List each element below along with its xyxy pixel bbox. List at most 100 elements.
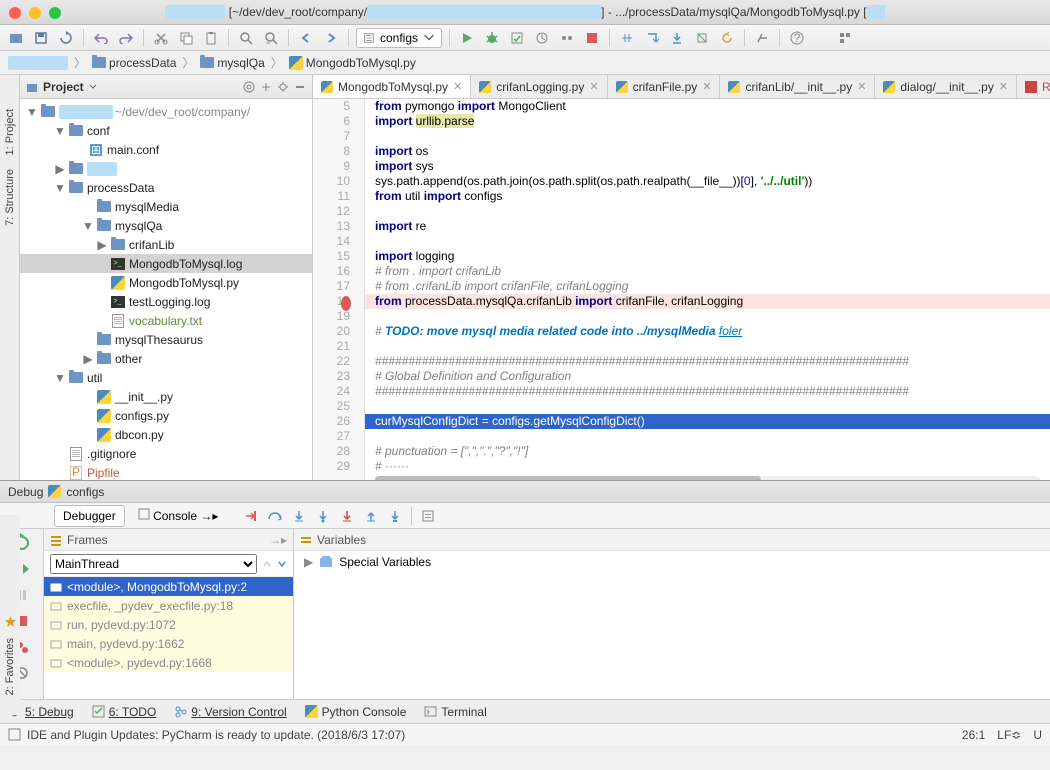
step-over-icon[interactable] bbox=[265, 506, 285, 526]
star-icon[interactable] bbox=[4, 615, 17, 628]
update-icon[interactable] bbox=[667, 28, 687, 48]
code-editor[interactable]: 567891011121314151617 18 192021222324252… bbox=[313, 99, 1050, 480]
run-config-selector[interactable]: configs bbox=[356, 28, 442, 48]
debug-title: Debug bbox=[8, 485, 43, 499]
help-icon[interactable]: ? bbox=[787, 28, 807, 48]
variables-icon bbox=[300, 534, 312, 546]
frame-row[interactable]: <module>, pydevd.py:1668 bbox=[44, 653, 293, 672]
tab[interactable]: dialog/__init__.py✕ bbox=[875, 75, 1017, 98]
console-tab[interactable]: Console →▸ bbox=[129, 504, 228, 527]
zoom-window[interactable] bbox=[49, 7, 61, 19]
debug-config-name: configs bbox=[66, 485, 104, 499]
back-icon[interactable] bbox=[296, 28, 316, 48]
step-into-my-icon[interactable] bbox=[313, 506, 333, 526]
left-sidebar: 1: Project 7: Structure bbox=[0, 75, 20, 480]
project-tree[interactable]: ▼xxxxxxxx ~/dev/dev_root/company/ ▼conf … bbox=[20, 99, 312, 480]
chevron-right-icon: 〉 bbox=[72, 54, 88, 71]
sidebar-tab-favorites[interactable]: 2: Favorites bbox=[4, 634, 16, 699]
collapse-icon[interactable] bbox=[260, 81, 272, 93]
frame-row[interactable]: run, pydevd.py:1072 bbox=[44, 615, 293, 634]
undo-icon[interactable] bbox=[91, 28, 111, 48]
status-message: IDE and Plugin Updates: PyCharm is ready… bbox=[27, 728, 405, 742]
project-icon bbox=[26, 81, 38, 93]
find-icon[interactable] bbox=[236, 28, 256, 48]
evaluate-icon[interactable]: = bbox=[418, 506, 438, 526]
tab[interactable]: crifanFile.py✕ bbox=[608, 75, 721, 98]
bc-item[interactable]: MongodbToMysql.py bbox=[289, 56, 416, 70]
encoding[interactable]: U bbox=[1033, 728, 1042, 742]
step-into-icon[interactable] bbox=[289, 506, 309, 526]
caret-position[interactable]: 26:1 bbox=[962, 728, 985, 742]
frame-row[interactable]: <module>, MongodbToMysql.py:2 bbox=[44, 577, 293, 596]
target-icon[interactable] bbox=[243, 81, 255, 93]
save-icon[interactable] bbox=[31, 28, 51, 48]
stop-icon[interactable] bbox=[582, 28, 602, 48]
redacted-project: xxxxxxxxx bbox=[165, 5, 225, 19]
attach-icon[interactable] bbox=[617, 28, 637, 48]
bottom-vcs[interactable]: 9: Version Control bbox=[174, 705, 286, 719]
thread-selector[interactable]: MainThread bbox=[50, 554, 257, 574]
chevron-right-icon: 〉 bbox=[180, 54, 196, 71]
settings-icon[interactable] bbox=[752, 28, 772, 48]
commit-icon[interactable] bbox=[692, 28, 712, 48]
rollback-icon[interactable] bbox=[717, 28, 737, 48]
sidebar-tab-structure[interactable]: 7: Structure bbox=[4, 165, 16, 230]
tab[interactable]: REA bbox=[1017, 75, 1050, 98]
frames-list[interactable]: <module>, MongodbToMysql.py:2 execfile, … bbox=[44, 577, 293, 699]
sidebar-tab-project[interactable]: 1: Project bbox=[4, 105, 16, 159]
forward-icon[interactable] bbox=[321, 28, 341, 48]
tree-selected[interactable]: >_MongodbToMysql.log bbox=[20, 254, 312, 273]
force-step-icon[interactable] bbox=[337, 506, 357, 526]
profile-icon[interactable] bbox=[532, 28, 552, 48]
horizontal-scrollbar[interactable] bbox=[375, 476, 761, 480]
status-icon[interactable] bbox=[8, 728, 21, 741]
bc-root[interactable]: xxxxxxxxx bbox=[8, 56, 68, 70]
refresh-icon[interactable] bbox=[56, 28, 76, 48]
bottom-terminal[interactable]: Terminal bbox=[424, 705, 486, 719]
redo-icon[interactable] bbox=[116, 28, 136, 48]
hide-icon[interactable] bbox=[294, 81, 306, 93]
open-icon[interactable] bbox=[6, 28, 26, 48]
run-icon[interactable] bbox=[457, 28, 477, 48]
bc-item[interactable]: mysqlQa bbox=[200, 56, 264, 70]
svg-text:=: = bbox=[425, 509, 432, 523]
paste-icon[interactable] bbox=[201, 28, 221, 48]
frames-panel: Frames→▸ MainThread <module>, MongodbToM… bbox=[44, 529, 294, 699]
show-exec-point-icon[interactable] bbox=[241, 506, 261, 526]
bc-item[interactable]: processData bbox=[92, 56, 176, 70]
redacted-path: xxxxxxxxxxxxxxxxxxxxxxxxxxxxxxxxxxxxxx bbox=[367, 5, 601, 19]
frame-row[interactable]: main, pydevd.py:1662 bbox=[44, 634, 293, 653]
debug-icon[interactable] bbox=[482, 28, 502, 48]
concurrency-icon[interactable] bbox=[557, 28, 577, 48]
line-gutter[interactable]: 567891011121314151617 18 192021222324252… bbox=[313, 99, 365, 480]
step-out-icon[interactable] bbox=[361, 506, 381, 526]
titlebar: xxxxxxxxx [~/dev/dev_root/company/xxxxxx… bbox=[0, 0, 1050, 25]
copy-icon[interactable] bbox=[176, 28, 196, 48]
minimize-window[interactable] bbox=[29, 7, 41, 19]
line-separator[interactable]: LF≎ bbox=[997, 728, 1021, 742]
cut-icon[interactable] bbox=[151, 28, 171, 48]
run-to-cursor-icon[interactable] bbox=[385, 506, 405, 526]
breadcrumbs: xxxxxxxxx 〉 processData 〉 mysqlQa 〉 Mong… bbox=[0, 51, 1050, 75]
breakpoint-icon[interactable] bbox=[341, 296, 351, 311]
restore-layout-icon[interactable]: →▸ bbox=[269, 533, 287, 547]
variable-row[interactable]: ▶Special Variables bbox=[294, 551, 1050, 573]
coverage-icon[interactable] bbox=[507, 28, 527, 48]
chevron-right-icon: 〉 bbox=[269, 54, 285, 71]
debugger-tab[interactable]: Debugger bbox=[54, 505, 125, 527]
thread-up-icon[interactable] bbox=[262, 559, 272, 569]
structure-icon[interactable] bbox=[835, 28, 855, 48]
frame-row[interactable]: execfile, _pydev_execfile.py:18 bbox=[44, 596, 293, 615]
step-icon[interactable] bbox=[642, 28, 662, 48]
chevron-down-icon[interactable] bbox=[89, 84, 97, 90]
bottom-pycon[interactable]: Python Console bbox=[305, 705, 407, 719]
thread-down-icon[interactable] bbox=[277, 559, 287, 569]
close-window[interactable] bbox=[9, 7, 21, 19]
tab-active[interactable]: MongodbToMysql.py✕ bbox=[313, 75, 471, 98]
close-icon[interactable]: ✕ bbox=[453, 80, 462, 93]
tab[interactable]: crifanLogging.py✕ bbox=[471, 75, 607, 98]
bottom-todo[interactable]: 6: TODO bbox=[92, 705, 157, 719]
tab[interactable]: crifanLib/__init__.py✕ bbox=[720, 75, 875, 98]
replace-icon[interactable] bbox=[261, 28, 281, 48]
gear-icon[interactable] bbox=[277, 81, 289, 93]
